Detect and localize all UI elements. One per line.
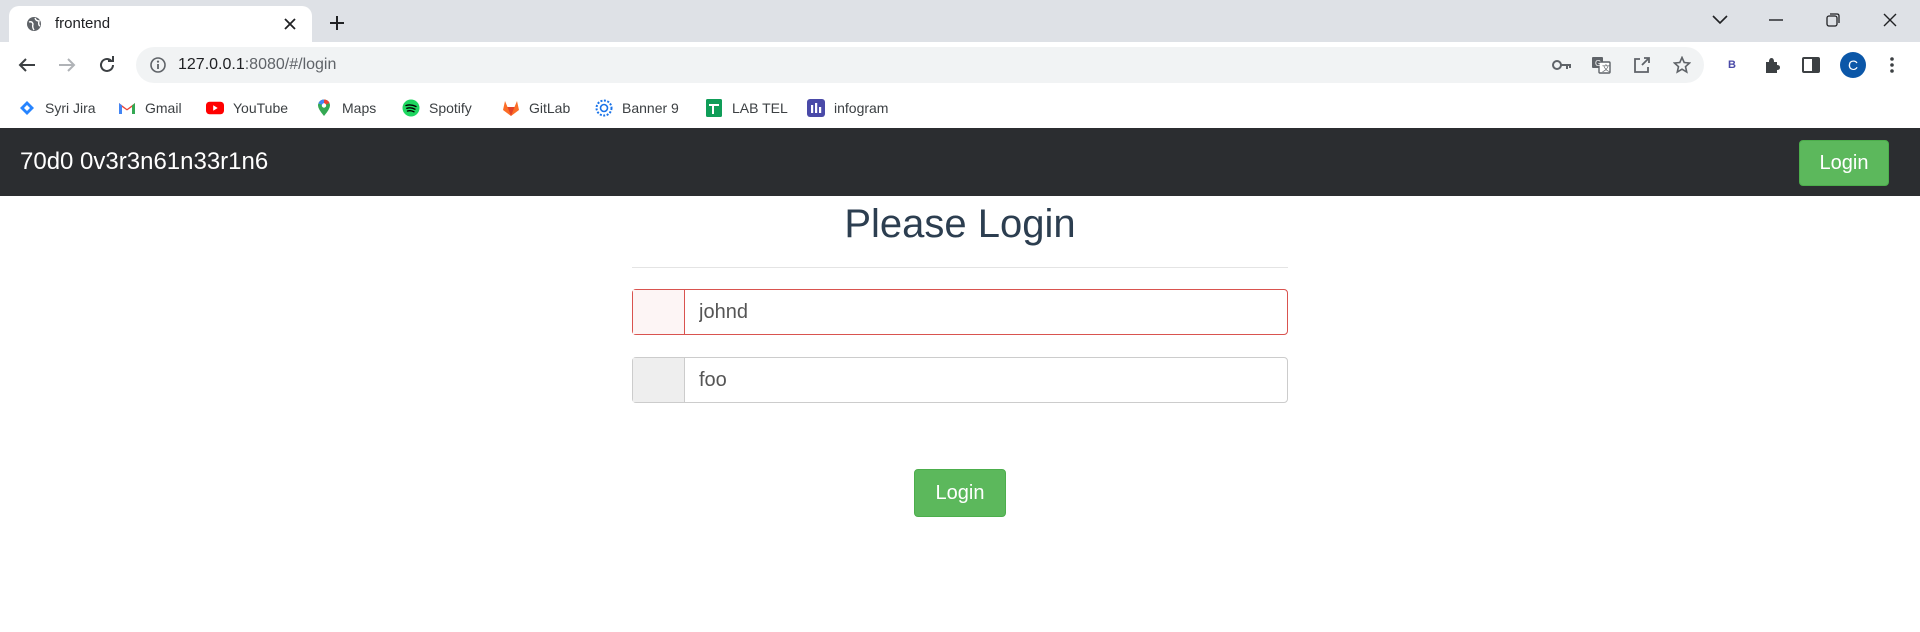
password-addon xyxy=(633,358,685,402)
bookmarks-bar: Syri Jira Gmail YouTube Maps Spotify Git… xyxy=(0,88,1920,128)
new-tab-button[interactable] xyxy=(322,8,352,38)
navbar-login-button[interactable]: Login xyxy=(1799,140,1889,186)
banner-icon xyxy=(595,99,613,117)
bookmark-banner-9[interactable]: Banner 9 xyxy=(595,96,679,120)
title-divider xyxy=(632,267,1288,268)
bookmark-gmail[interactable]: Gmail xyxy=(118,96,182,120)
tab-search-button[interactable] xyxy=(1692,0,1748,40)
browser-tab[interactable]: frontend xyxy=(9,6,312,42)
site-info-icon[interactable] xyxy=(150,57,166,73)
app-brand[interactable]: 70d0 0v3r3n61n33r1n6 xyxy=(20,148,268,176)
tab-title: frontend xyxy=(55,15,111,32)
bookmark-infogram[interactable]: infogram xyxy=(807,96,888,120)
more-menu-icon[interactable] xyxy=(1880,53,1904,77)
svg-text:文: 文 xyxy=(1602,63,1610,73)
gmail-icon xyxy=(118,99,136,117)
forward-arrow-icon xyxy=(59,58,76,72)
bookmark-spotify[interactable]: Spotify xyxy=(402,96,472,120)
reload-icon xyxy=(100,56,114,72)
spotify-icon xyxy=(402,99,420,117)
username-addon xyxy=(633,290,685,334)
bookmark-lab-tel[interactable]: LAB TEL xyxy=(705,96,788,120)
chevron-down-icon xyxy=(1712,15,1728,25)
reload-button[interactable] xyxy=(91,49,123,81)
share-icon[interactable] xyxy=(1632,55,1652,75)
bookmark-star-icon[interactable] xyxy=(1672,55,1692,75)
login-submit-button[interactable]: Login xyxy=(914,469,1006,517)
app-navbar: 70d0 0v3r3n61n33r1n6 Login xyxy=(0,128,1920,196)
profile-avatar[interactable]: C xyxy=(1840,52,1866,78)
forward-button[interactable] xyxy=(51,49,83,81)
restore-icon xyxy=(1826,13,1840,27)
jira-icon xyxy=(18,99,36,117)
url-text[interactable]: 127.0.0.1:8080/#/login xyxy=(178,56,336,74)
username-input[interactable] xyxy=(685,290,1287,334)
key-icon[interactable] xyxy=(1552,55,1572,75)
side-panel-icon[interactable] xyxy=(1799,53,1823,77)
gitlab-icon xyxy=(502,99,520,117)
minimize-icon xyxy=(1769,19,1783,21)
extension-b-icon[interactable]: B xyxy=(1720,53,1744,77)
plus-icon xyxy=(330,16,344,30)
back-button[interactable] xyxy=(11,49,43,81)
bookmark-maps[interactable]: Maps xyxy=(315,96,376,120)
browser-tab-strip: frontend xyxy=(0,0,1920,42)
browser-toolbar: 127.0.0.1:8080/#/login G文 B C xyxy=(0,42,1920,88)
restore-button[interactable] xyxy=(1805,0,1861,40)
minimize-button[interactable] xyxy=(1748,0,1804,40)
infogram-icon xyxy=(807,99,825,117)
page-title: Please Login xyxy=(844,202,1076,246)
globe-icon xyxy=(26,16,42,32)
maps-icon xyxy=(315,99,333,117)
bookmark-youtube[interactable]: YouTube xyxy=(206,96,288,120)
close-icon xyxy=(1883,13,1897,27)
extensions-puzzle-icon[interactable] xyxy=(1760,53,1784,77)
bookmark-syri-jira[interactable]: Syri Jira xyxy=(18,96,96,120)
youtube-icon xyxy=(206,99,224,117)
close-window-button[interactable] xyxy=(1862,0,1918,40)
address-bar[interactable]: 127.0.0.1:8080/#/login G文 xyxy=(136,47,1704,83)
sheets-icon xyxy=(705,99,723,117)
svg-text:G: G xyxy=(1595,59,1601,68)
password-input-group xyxy=(632,357,1288,403)
username-input-group xyxy=(632,289,1288,335)
translate-icon[interactable]: G文 xyxy=(1591,55,1611,75)
password-input[interactable] xyxy=(685,358,1287,402)
close-tab-icon[interactable] xyxy=(278,12,302,36)
bookmark-gitlab[interactable]: GitLab xyxy=(502,96,570,120)
back-arrow-icon xyxy=(18,58,35,72)
